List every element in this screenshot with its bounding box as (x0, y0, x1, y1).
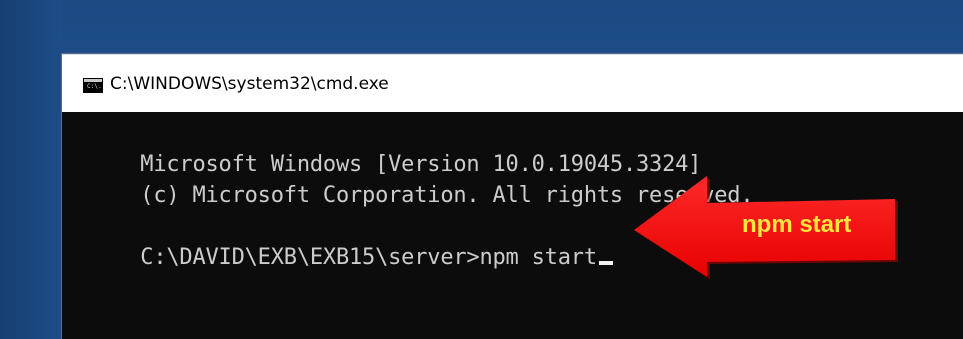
command-text: C:\DAVID\EXB\EXB15\server>npm start (140, 245, 597, 270)
desktop-edge (0, 0, 62, 339)
npm-start-callout: npm start (632, 173, 898, 279)
terminal-line: Microsoft Windows [Version 10.0.19045.33… (62, 118, 701, 177)
arrow-label: npm start (742, 211, 852, 238)
cmd-icon-text: C:\. (87, 83, 102, 90)
title-bar[interactable]: C:\. C:\WINDOWS\system32\cmd.exe (62, 54, 963, 112)
prompt-line[interactable]: C:\DAVID\EXB\EXB15\server>npm start (62, 211, 613, 270)
text-cursor (598, 261, 613, 265)
window-title: C:\WINDOWS\system32\cmd.exe (110, 74, 389, 94)
cmd-icon: C:\. (83, 78, 103, 93)
